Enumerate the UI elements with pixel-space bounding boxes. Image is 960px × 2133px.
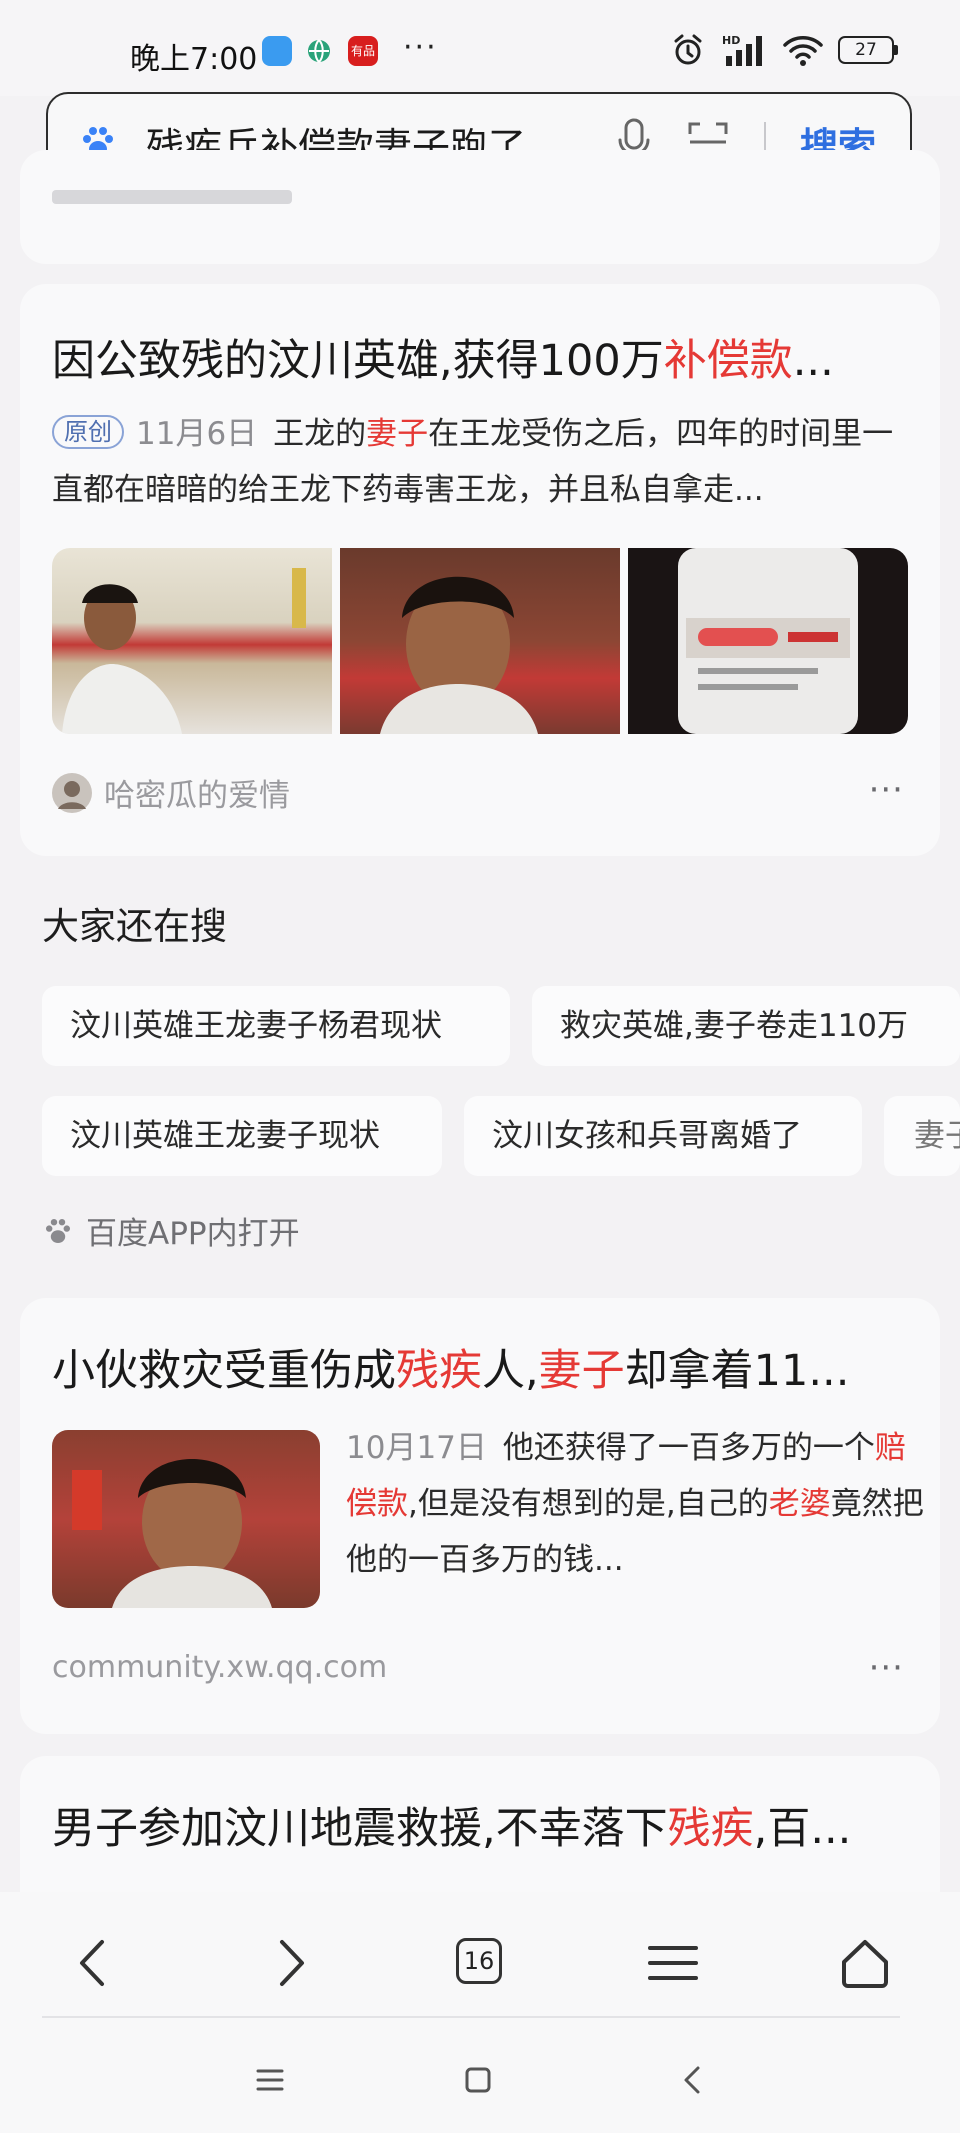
status-right-icons: HD 27: [670, 30, 898, 70]
result-title-text: ,百...: [753, 1804, 852, 1854]
message-app-icon: [262, 36, 292, 66]
menu-icon[interactable]: [638, 1928, 708, 1998]
original-tag: 原创: [52, 415, 124, 449]
nav-divider: [42, 2016, 900, 2018]
thumbnail-man-sofa[interactable]: [52, 548, 332, 734]
author-name: 哈密瓜的爱情: [104, 778, 290, 814]
result-title-text: 男子参加汶川地震救援,不幸落下: [52, 1804, 668, 1854]
battery-icon: 27: [838, 36, 898, 64]
result-image-strip[interactable]: [52, 548, 908, 734]
baidu-paw-icon: [46, 1218, 70, 1243]
tabs-button[interactable]: 16: [446, 1928, 516, 1998]
chip-label: 救灾英雄,妻子卷走110万: [560, 1008, 909, 1044]
author-avatar: [52, 772, 92, 813]
result-title-ellipsis: ...: [792, 336, 834, 386]
status-bar: 晚上7:00 有品 ··· HD 27: [0, 0, 960, 96]
youpin-app-icon: 有品: [348, 36, 378, 66]
battery-level: 27: [855, 40, 877, 60]
snippet-text: 他还获得了一百多万的一个: [502, 1430, 875, 1466]
related-chip[interactable]: 救灾英雄,妻子卷走110万: [532, 986, 960, 1066]
result-snippet: 原创 11月6日 王龙的妻子在王龙受伤之后，四年的时间里一直都在暗暗的给王龙下药毒害…: [52, 406, 912, 518]
result-title[interactable]: 男子参加汶川地震救援,不幸落下残疾,百...: [52, 1794, 851, 1856]
related-searches-title: 大家还在搜: [42, 905, 227, 948]
open-in-app-label: 百度APP内打开: [86, 1216, 300, 1252]
truncated-text-line: [52, 190, 292, 204]
snippet-text: 王龙的: [273, 416, 367, 452]
related-chip[interactable]: 汶川英雄王龙妻子杨君现状: [42, 986, 510, 1066]
chip-label: 汶川女孩和兵哥离婚了: [492, 1118, 802, 1154]
result-title-text: 人,: [482, 1346, 539, 1396]
result-title-text: 小伙救灾受重伤成: [52, 1346, 396, 1396]
signal-icon: HD: [722, 34, 762, 66]
result-source[interactable]: community.xw.qq.com: [52, 1650, 387, 1685]
result-snippet: 10月17日 他还获得了一百多万的一个赔偿款,但是没有想到的是,自己的老婆竟然把他…: [346, 1420, 926, 1588]
snippet-highlight: 妻子: [366, 416, 429, 452]
snippet-text: ,但是没有想到的是,自己的: [408, 1486, 769, 1522]
system-back-icon[interactable]: [674, 2060, 714, 2100]
thumbnail-medicine-bottle[interactable]: [628, 548, 908, 734]
tab-count: 16: [463, 1947, 495, 1975]
bottom-navigation: 16: [0, 1892, 960, 2133]
youpin-badge-text: 有品: [350, 44, 375, 58]
svg-text:HD: HD: [722, 34, 740, 47]
status-overflow: ···: [403, 30, 438, 65]
author-row[interactable]: 哈密瓜的爱情: [52, 770, 290, 815]
related-chip[interactable]: 妻子: [884, 1096, 960, 1176]
back-arrow-icon[interactable]: [58, 1928, 128, 1998]
more-options-icon[interactable]: ···: [869, 770, 904, 810]
result-card-2[interactable]: 小伙救灾受重伤成残疾人,妻子却拿着11... 10月17日 他还获得了一百多万的一…: [20, 1298, 940, 1734]
status-time: 晚上7:00: [130, 42, 258, 77]
system-recents-icon[interactable]: [250, 2060, 290, 2100]
result-date: 10月17日: [346, 1430, 487, 1466]
chip-label: 汶川英雄王龙妻子杨君现状: [70, 1008, 442, 1044]
result-title-text: 因公致残的汶川英雄,获得100万: [52, 336, 664, 386]
wifi-icon: [783, 36, 823, 66]
result-title-highlight: 妻子: [538, 1346, 625, 1396]
system-home-icon[interactable]: [458, 2060, 498, 2100]
forward-arrow-icon[interactable]: [256, 1928, 326, 1998]
open-in-app-link[interactable]: 百度APP内打开: [42, 1208, 300, 1253]
result-title-text: 却拿着11...: [624, 1346, 850, 1396]
chip-label: 妻子: [914, 1118, 960, 1154]
thumbnail-man-portrait[interactable]: [340, 548, 620, 734]
snippet-highlight: 老婆: [768, 1486, 831, 1522]
alarm-icon: [674, 34, 702, 65]
more-options-icon[interactable]: ···: [869, 1648, 904, 1688]
related-chip[interactable]: 汶川女孩和兵哥离婚了: [464, 1096, 862, 1176]
related-chip[interactable]: 汶川英雄王龙妻子现状: [42, 1096, 442, 1176]
previous-result-card: [20, 150, 940, 264]
result-title-highlight: 残疾: [396, 1346, 482, 1396]
result-title[interactable]: 因公致残的汶川英雄,获得100万补偿款...: [52, 326, 834, 388]
result-date: 11月6日: [136, 416, 258, 452]
tabs-icon: 16: [456, 1938, 502, 1984]
result-title-highlight: 残疾: [667, 1804, 754, 1854]
result-thumbnail[interactable]: [52, 1430, 320, 1608]
home-icon[interactable]: [830, 1928, 900, 1998]
result-card-1[interactable]: 因公致残的汶川英雄,获得100万补偿款... 原创 11月6日 王龙的妻子在王龙受伤…: [20, 284, 940, 856]
result-title-highlight: 补偿款: [663, 336, 793, 386]
result-title[interactable]: 小伙救灾受重伤成残疾人,妻子却拿着11...: [52, 1336, 849, 1398]
chip-label: 汶川英雄王龙妻子现状: [70, 1118, 380, 1154]
globe-app-icon: [304, 36, 334, 66]
